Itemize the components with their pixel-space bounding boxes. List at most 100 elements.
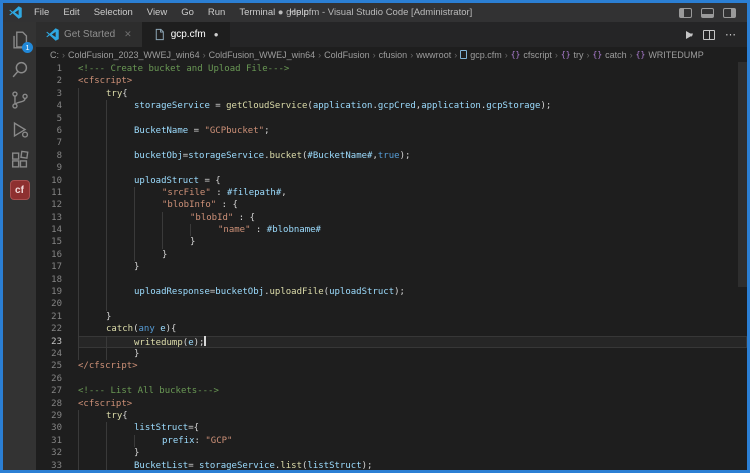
more-actions-icon[interactable]: ⋯	[725, 30, 737, 40]
code-line[interactable]: 24}	[36, 348, 747, 360]
breadcrumb-item[interactable]: {}try	[561, 50, 584, 60]
indent-guide	[78, 187, 106, 199]
code-line[interactable]: 5	[36, 113, 747, 125]
close-icon[interactable]: ✕	[124, 29, 132, 40]
indent-guide	[106, 274, 134, 286]
menu-terminal[interactable]: Terminal	[232, 3, 282, 22]
editor-group: Get Started ✕ gcp.cfm ● ▾	[36, 22, 747, 470]
window-body: 1	[3, 22, 747, 470]
code-line[interactable]: 14"name" : #blobname#	[36, 224, 747, 236]
symbol-icon: {}	[636, 50, 646, 59]
coldfusion-icon: cf	[10, 180, 30, 200]
code-line[interactable]: 16}	[36, 249, 747, 261]
indent-guide	[106, 125, 134, 137]
menu-edit[interactable]: Edit	[56, 3, 86, 22]
code-line[interactable]: 20	[36, 298, 747, 310]
tab-gcp-cfm[interactable]: gcp.cfm ●	[143, 22, 230, 47]
code-line[interactable]: 30listStruct={	[36, 422, 747, 434]
indent-guide	[134, 212, 162, 224]
indent-guide	[106, 249, 134, 261]
title-bar: FileEditSelectionViewGoRunTerminalHelp ●…	[3, 3, 747, 22]
menu-file[interactable]: File	[27, 3, 56, 22]
code-line[interactable]: 13"blobId" : {	[36, 212, 747, 224]
code-line[interactable]: 9	[36, 162, 747, 174]
code-line[interactable]: 3try{	[36, 88, 747, 100]
breadcrumb-item[interactable]: C:	[50, 50, 59, 60]
code-line[interactable]: 1<!--- Create bucket and Upload File--->	[36, 63, 747, 75]
code-line[interactable]: 10uploadStruct = {	[36, 175, 747, 187]
code-line[interactable]: 22catch(any e){	[36, 323, 747, 335]
breadcrumb-separator: ›	[587, 50, 590, 60]
code-line[interactable]: 23writedump(e);	[36, 336, 747, 348]
menu-selection[interactable]: Selection	[87, 3, 140, 22]
code-line[interactable]: 17}	[36, 261, 747, 273]
chevron-down-icon: ▾	[689, 31, 693, 39]
sidebar-item-coldfusion[interactable]: cf	[3, 175, 36, 205]
split-editor-icon[interactable]	[703, 30, 715, 40]
code-line[interactable]: 12"blobInfo" : {	[36, 199, 747, 211]
line-number: 32	[36, 447, 78, 459]
breadcrumb-item[interactable]: wwwroot	[416, 50, 451, 60]
menu-help[interactable]: Help	[282, 3, 316, 22]
code-line[interactable]: 8bucketObj=storageService.bucket(#Bucket…	[36, 150, 747, 162]
menu-run[interactable]: Run	[201, 3, 232, 22]
code-line[interactable]: 33BucketList= storageService.list(listSt…	[36, 460, 747, 471]
tab-get-started[interactable]: Get Started ✕	[36, 22, 143, 47]
sidebar-item-source-control[interactable]	[3, 85, 36, 115]
line-number: 5	[36, 113, 78, 125]
indent-guide	[78, 435, 106, 447]
sidebar-item-search[interactable]	[3, 55, 36, 85]
extensions-icon	[9, 149, 31, 171]
toggle-secondary-sidebar-icon[interactable]	[723, 8, 736, 18]
code-line[interactable]: 29try{	[36, 410, 747, 422]
modified-dot-icon[interactable]: ●	[214, 30, 219, 39]
line-number: 22	[36, 323, 78, 335]
code-line[interactable]: 4storageService = getCloudService(applic…	[36, 100, 747, 112]
code-line[interactable]: 15}	[36, 236, 747, 248]
sidebar-item-extensions[interactable]	[3, 145, 36, 175]
line-number: 15	[36, 236, 78, 248]
breadcrumb-item[interactable]: {}WRITEDUMP	[636, 50, 704, 60]
breadcrumb-item[interactable]: ColdFusion_2023_WWEJ_win64	[68, 50, 200, 60]
code-line[interactable]: 25</cfscript>	[36, 360, 747, 372]
sidebar-item-run-debug[interactable]	[3, 115, 36, 145]
toggle-panel-icon[interactable]	[701, 8, 714, 18]
indent-guide	[78, 261, 106, 273]
sidebar-item-explorer[interactable]: 1	[3, 25, 36, 55]
breadcrumb-item[interactable]: {}cfscript	[511, 50, 552, 60]
line-number: 23	[36, 336, 78, 348]
code-editor[interactable]: 1<!--- Create bucket and Upload File--->…	[36, 62, 747, 470]
menu-view[interactable]: View	[140, 3, 174, 22]
breadcrumb-item[interactable]: {}catch	[593, 50, 627, 60]
code-line[interactable]: 19uploadResponse=bucketObj.uploadFile(up…	[36, 286, 747, 298]
line-number: 33	[36, 460, 78, 471]
code-line[interactable]: 31prefix: "GCP"	[36, 435, 747, 447]
breadcrumb-item[interactable]: gcp.cfm	[460, 50, 502, 60]
vertical-scrollbar[interactable]	[738, 62, 747, 287]
breadcrumb-item[interactable]: cfusion	[379, 50, 408, 60]
code-line[interactable]: 21}	[36, 311, 747, 323]
line-number: 7	[36, 137, 78, 149]
breadcrumb-item[interactable]: ColdFusion	[324, 50, 370, 60]
symbol-icon: {}	[561, 50, 571, 59]
code-line[interactable]: 28<cfscript>	[36, 398, 747, 410]
indent-guide	[78, 224, 106, 236]
menu-go[interactable]: Go	[174, 3, 201, 22]
code-line[interactable]: 32}	[36, 447, 747, 459]
indent-guide	[106, 187, 134, 199]
code-line[interactable]: 2<cfscript>	[36, 75, 747, 87]
line-number: 2	[36, 75, 78, 87]
code-line[interactable]: 18	[36, 274, 747, 286]
code-line[interactable]: 27<!--- List All buckets--->	[36, 385, 747, 397]
code-line[interactable]: 26	[36, 373, 747, 385]
run-file-button[interactable]: ▾	[686, 31, 693, 39]
line-number: 28	[36, 398, 78, 410]
breadcrumb-item[interactable]: ColdFusion_WWEJ_win64	[209, 50, 316, 60]
toggle-sidebar-icon[interactable]	[679, 8, 692, 18]
file-icon	[460, 50, 467, 59]
line-number: 14	[36, 224, 78, 236]
code-line[interactable]: 6BucketName = "GCPbucket";	[36, 125, 747, 137]
code-line[interactable]: 11"srcFile" : #filepath#,	[36, 187, 747, 199]
code-line[interactable]: 7	[36, 137, 747, 149]
vscode-window: FileEditSelectionViewGoRunTerminalHelp ●…	[0, 0, 750, 473]
